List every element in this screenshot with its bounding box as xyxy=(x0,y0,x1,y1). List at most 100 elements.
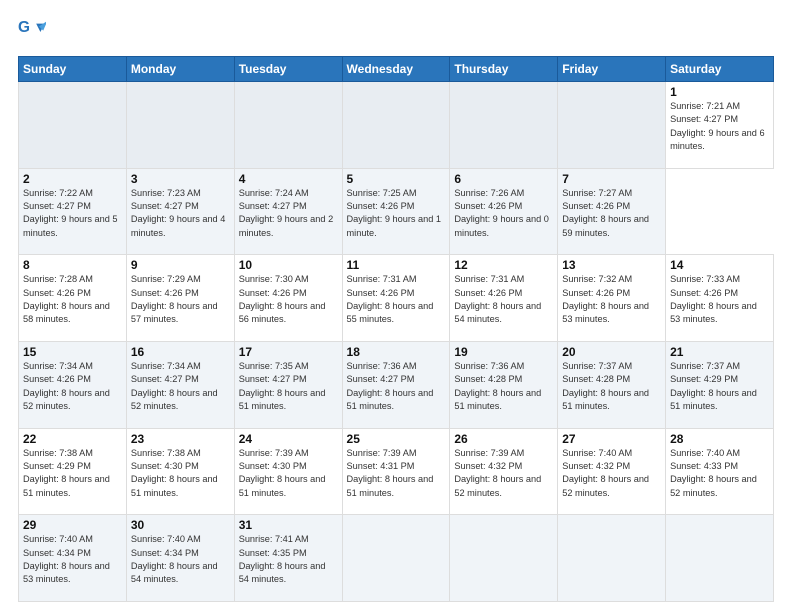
day-info: Sunrise: 7:21 AMSunset: 4:27 PMDaylight:… xyxy=(670,100,769,153)
calendar-cell: 3Sunrise: 7:23 AMSunset: 4:27 PMDaylight… xyxy=(126,168,234,255)
day-number: 22 xyxy=(23,432,122,446)
day-number: 29 xyxy=(23,518,122,532)
day-info: Sunrise: 7:37 AMSunset: 4:28 PMDaylight:… xyxy=(562,360,661,413)
day-info: Sunrise: 7:29 AMSunset: 4:26 PMDaylight:… xyxy=(131,273,230,326)
calendar-cell: 20Sunrise: 7:37 AMSunset: 4:28 PMDayligh… xyxy=(558,341,666,428)
calendar-cell: 9Sunrise: 7:29 AMSunset: 4:26 PMDaylight… xyxy=(126,255,234,342)
day-info: Sunrise: 7:26 AMSunset: 4:26 PMDaylight:… xyxy=(454,187,553,240)
calendar-week-row: 8Sunrise: 7:28 AMSunset: 4:26 PMDaylight… xyxy=(19,255,774,342)
calendar-header-sunday: Sunday xyxy=(19,57,127,82)
day-number: 8 xyxy=(23,258,122,272)
day-number: 1 xyxy=(670,85,769,99)
calendar-cell: 10Sunrise: 7:30 AMSunset: 4:26 PMDayligh… xyxy=(234,255,342,342)
calendar-cell: 4Sunrise: 7:24 AMSunset: 4:27 PMDaylight… xyxy=(234,168,342,255)
day-number: 3 xyxy=(131,172,230,186)
calendar-week-row: 15Sunrise: 7:34 AMSunset: 4:26 PMDayligh… xyxy=(19,341,774,428)
calendar-week-row: 1Sunrise: 7:21 AMSunset: 4:27 PMDaylight… xyxy=(19,82,774,169)
calendar-cell: 17Sunrise: 7:35 AMSunset: 4:27 PMDayligh… xyxy=(234,341,342,428)
day-info: Sunrise: 7:39 AMSunset: 4:32 PMDaylight:… xyxy=(454,447,553,500)
day-number: 17 xyxy=(239,345,338,359)
day-info: Sunrise: 7:36 AMSunset: 4:28 PMDaylight:… xyxy=(454,360,553,413)
logo: G xyxy=(18,18,48,46)
day-number: 24 xyxy=(239,432,338,446)
calendar-cell xyxy=(342,515,450,602)
day-number: 9 xyxy=(131,258,230,272)
day-info: Sunrise: 7:34 AMSunset: 4:26 PMDaylight:… xyxy=(23,360,122,413)
calendar-cell xyxy=(126,82,234,169)
day-number: 13 xyxy=(562,258,661,272)
calendar-cell: 27Sunrise: 7:40 AMSunset: 4:32 PMDayligh… xyxy=(558,428,666,515)
calendar-cell xyxy=(558,515,666,602)
calendar-header-monday: Monday xyxy=(126,57,234,82)
calendar-cell: 12Sunrise: 7:31 AMSunset: 4:26 PMDayligh… xyxy=(450,255,558,342)
calendar-header-thursday: Thursday xyxy=(450,57,558,82)
day-number: 5 xyxy=(347,172,446,186)
day-info: Sunrise: 7:32 AMSunset: 4:26 PMDaylight:… xyxy=(562,273,661,326)
calendar-week-row: 29Sunrise: 7:40 AMSunset: 4:34 PMDayligh… xyxy=(19,515,774,602)
calendar-cell xyxy=(450,515,558,602)
day-number: 25 xyxy=(347,432,446,446)
calendar-cell: 25Sunrise: 7:39 AMSunset: 4:31 PMDayligh… xyxy=(342,428,450,515)
calendar-cell: 18Sunrise: 7:36 AMSunset: 4:27 PMDayligh… xyxy=(342,341,450,428)
day-info: Sunrise: 7:39 AMSunset: 4:31 PMDaylight:… xyxy=(347,447,446,500)
calendar-header-saturday: Saturday xyxy=(666,57,774,82)
day-number: 2 xyxy=(23,172,122,186)
calendar-header-friday: Friday xyxy=(558,57,666,82)
calendar-cell: 26Sunrise: 7:39 AMSunset: 4:32 PMDayligh… xyxy=(450,428,558,515)
calendar-cell: 13Sunrise: 7:32 AMSunset: 4:26 PMDayligh… xyxy=(558,255,666,342)
calendar-cell xyxy=(558,82,666,169)
calendar-cell: 23Sunrise: 7:38 AMSunset: 4:30 PMDayligh… xyxy=(126,428,234,515)
day-info: Sunrise: 7:28 AMSunset: 4:26 PMDaylight:… xyxy=(23,273,122,326)
day-number: 4 xyxy=(239,172,338,186)
day-number: 16 xyxy=(131,345,230,359)
calendar-cell xyxy=(234,82,342,169)
day-info: Sunrise: 7:31 AMSunset: 4:26 PMDaylight:… xyxy=(347,273,446,326)
calendar-cell: 7Sunrise: 7:27 AMSunset: 4:26 PMDaylight… xyxy=(558,168,666,255)
day-info: Sunrise: 7:33 AMSunset: 4:26 PMDaylight:… xyxy=(670,273,769,326)
calendar-cell: 5Sunrise: 7:25 AMSunset: 4:26 PMDaylight… xyxy=(342,168,450,255)
day-number: 15 xyxy=(23,345,122,359)
calendar-cell: 19Sunrise: 7:36 AMSunset: 4:28 PMDayligh… xyxy=(450,341,558,428)
calendar-cell: 15Sunrise: 7:34 AMSunset: 4:26 PMDayligh… xyxy=(19,341,127,428)
day-number: 31 xyxy=(239,518,338,532)
day-number: 12 xyxy=(454,258,553,272)
calendar-header-wednesday: Wednesday xyxy=(342,57,450,82)
day-number: 11 xyxy=(347,258,446,272)
calendar-cell xyxy=(342,82,450,169)
day-info: Sunrise: 7:24 AMSunset: 4:27 PMDaylight:… xyxy=(239,187,338,240)
day-number: 26 xyxy=(454,432,553,446)
calendar-cell: 16Sunrise: 7:34 AMSunset: 4:27 PMDayligh… xyxy=(126,341,234,428)
calendar-cell: 2Sunrise: 7:22 AMSunset: 4:27 PMDaylight… xyxy=(19,168,127,255)
day-info: Sunrise: 7:40 AMSunset: 4:33 PMDaylight:… xyxy=(670,447,769,500)
day-info: Sunrise: 7:38 AMSunset: 4:30 PMDaylight:… xyxy=(131,447,230,500)
calendar-cell: 1Sunrise: 7:21 AMSunset: 4:27 PMDaylight… xyxy=(666,82,774,169)
day-info: Sunrise: 7:25 AMSunset: 4:26 PMDaylight:… xyxy=(347,187,446,240)
day-info: Sunrise: 7:22 AMSunset: 4:27 PMDaylight:… xyxy=(23,187,122,240)
calendar-cell: 31Sunrise: 7:41 AMSunset: 4:35 PMDayligh… xyxy=(234,515,342,602)
day-number: 6 xyxy=(454,172,553,186)
calendar-week-row: 2Sunrise: 7:22 AMSunset: 4:27 PMDaylight… xyxy=(19,168,774,255)
day-number: 7 xyxy=(562,172,661,186)
calendar-cell: 28Sunrise: 7:40 AMSunset: 4:33 PMDayligh… xyxy=(666,428,774,515)
calendar-cell xyxy=(19,82,127,169)
header: G xyxy=(18,18,774,46)
day-number: 19 xyxy=(454,345,553,359)
day-number: 10 xyxy=(239,258,338,272)
calendar-table: SundayMondayTuesdayWednesdayThursdayFrid… xyxy=(18,56,774,602)
day-number: 28 xyxy=(670,432,769,446)
calendar-cell: 30Sunrise: 7:40 AMSunset: 4:34 PMDayligh… xyxy=(126,515,234,602)
calendar-cell: 6Sunrise: 7:26 AMSunset: 4:26 PMDaylight… xyxy=(450,168,558,255)
day-info: Sunrise: 7:36 AMSunset: 4:27 PMDaylight:… xyxy=(347,360,446,413)
day-info: Sunrise: 7:27 AMSunset: 4:26 PMDaylight:… xyxy=(562,187,661,240)
calendar-cell: 22Sunrise: 7:38 AMSunset: 4:29 PMDayligh… xyxy=(19,428,127,515)
day-info: Sunrise: 7:38 AMSunset: 4:29 PMDaylight:… xyxy=(23,447,122,500)
day-info: Sunrise: 7:30 AMSunset: 4:26 PMDaylight:… xyxy=(239,273,338,326)
day-info: Sunrise: 7:34 AMSunset: 4:27 PMDaylight:… xyxy=(131,360,230,413)
calendar-week-row: 22Sunrise: 7:38 AMSunset: 4:29 PMDayligh… xyxy=(19,428,774,515)
day-info: Sunrise: 7:40 AMSunset: 4:32 PMDaylight:… xyxy=(562,447,661,500)
calendar-header-row: SundayMondayTuesdayWednesdayThursdayFrid… xyxy=(19,57,774,82)
calendar-cell xyxy=(450,82,558,169)
day-info: Sunrise: 7:23 AMSunset: 4:27 PMDaylight:… xyxy=(131,187,230,240)
calendar-cell: 24Sunrise: 7:39 AMSunset: 4:30 PMDayligh… xyxy=(234,428,342,515)
day-number: 20 xyxy=(562,345,661,359)
